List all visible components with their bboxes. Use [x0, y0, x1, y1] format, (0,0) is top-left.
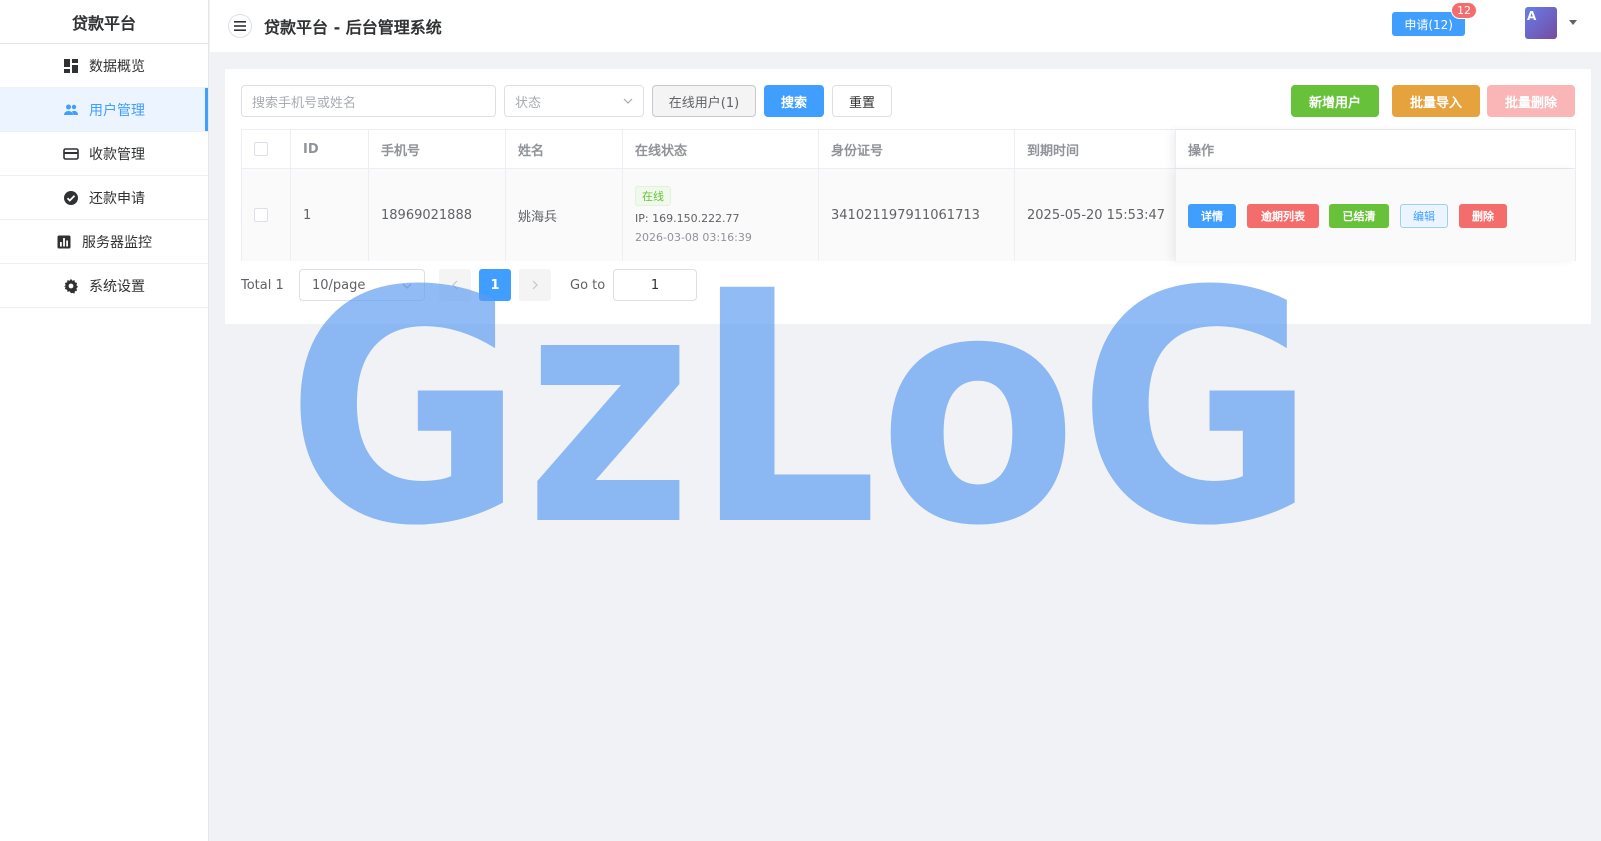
cell-online-status: 在线 IP: 169.150.222.77 2026-03-08 03:16:3…: [623, 169, 819, 261]
cell-phone: 18969021888: [369, 169, 506, 261]
sidebar-item-server-monitor[interactable]: 服务器监控: [0, 220, 208, 264]
delete-button[interactable]: 删除: [1459, 204, 1507, 228]
chevron-left-icon: [452, 280, 458, 290]
row-checkbox[interactable]: [254, 208, 268, 222]
select-all-checkbox[interactable]: [254, 142, 268, 156]
prev-page-button[interactable]: [439, 269, 471, 301]
last-online-time: 2026-03-08 03:16:39: [635, 231, 752, 244]
status-badge: 在线: [635, 186, 671, 206]
sidebar-item-label: 收款管理: [89, 146, 145, 163]
status-select[interactable]: 状态: [504, 85, 644, 117]
gear-icon: [64, 278, 78, 293]
batch-import-button[interactable]: 批量导入: [1392, 85, 1480, 117]
toolbar: 搜索手机号或姓名 状态 在线用户(1) 搜索 重置 新增用户 批量导入 批量删除: [241, 85, 1575, 117]
edit-button[interactable]: 编辑: [1400, 204, 1448, 228]
header-id: ID: [291, 130, 369, 168]
sidebar-item-payments[interactable]: 收款管理: [0, 132, 208, 176]
detail-button[interactable]: 详情: [1188, 204, 1236, 228]
pagination-total: Total 1: [241, 277, 284, 293]
sidebar-item-label: 数据概览: [89, 58, 145, 75]
table-row: 1 18969021888 姚海兵 在线 IP: 169.150.222.77 …: [242, 169, 1575, 261]
users-icon: [64, 104, 78, 115]
search-placeholder: 搜索手机号或姓名: [252, 95, 357, 111]
status-placeholder: 状态: [515, 95, 542, 111]
online-status-stack: 在线 IP: 169.150.222.77 2026-03-08 03:16:3…: [635, 186, 752, 244]
header-phone: 手机号: [369, 130, 506, 168]
sidebar-item-label: 还款申请: [89, 190, 145, 207]
user-management-card: 搜索手机号或姓名 状态 在线用户(1) 搜索 重置 新增用户 批量导入 批量删除…: [225, 69, 1591, 324]
header-online-status: 在线状态: [623, 130, 819, 168]
page-size-select[interactable]: 10/page: [299, 269, 425, 301]
bar-chart-icon: [57, 235, 71, 248]
dashboard-icon: [64, 58, 78, 73]
chevron-down-icon: [623, 98, 633, 104]
sidebar: 贷款平台 数据概览 用户管理 收款管理 还款申请 服务器监控 系统设置: [0, 0, 209, 841]
chevron-right-icon: [532, 280, 538, 290]
search-button[interactable]: 搜索: [764, 85, 824, 117]
top-header: 贷款平台 - 后台管理系统 申请(12) 12 A: [210, 0, 1601, 52]
cell-name: 姚海兵: [506, 169, 623, 261]
next-page-button[interactable]: [519, 269, 551, 301]
reset-button[interactable]: 重置: [832, 85, 892, 117]
header-checkbox-cell: [242, 130, 291, 168]
applications-button-label: 申请(12): [1404, 17, 1453, 32]
applications-button[interactable]: 申请(12) 12: [1392, 2, 1477, 36]
add-user-button[interactable]: 新增用户: [1291, 85, 1379, 117]
goto-page-input[interactable]: 1: [613, 269, 697, 301]
header-name: 姓名: [506, 130, 623, 168]
sidebar-item-repayment[interactable]: 还款申请: [0, 176, 208, 220]
pagination: Total 1 10/page 1 Go to 1: [241, 269, 741, 301]
online-users-button[interactable]: 在线用户(1): [652, 85, 756, 117]
row-checkbox-cell: [242, 169, 291, 261]
hamburger-menu-button[interactable]: [228, 14, 252, 38]
sidebar-item-dashboard[interactable]: 数据概览: [0, 44, 208, 88]
brand-title: 贷款平台: [0, 0, 208, 44]
cell-id-card: 341021197911061713: [819, 169, 1015, 261]
header-actions-fixed-col: 操作: [1175, 130, 1575, 168]
check-circle-icon: [64, 190, 78, 205]
table-header-row: ID 手机号 姓名 在线状态 身份证号 到期时间 操作: [242, 130, 1575, 169]
sidebar-item-settings[interactable]: 系统设置: [0, 264, 208, 308]
ip-address: IP: 169.150.222.77: [635, 212, 740, 225]
search-input[interactable]: 搜索手机号或姓名: [241, 85, 496, 117]
sidebar-item-users[interactable]: 用户管理: [0, 88, 208, 132]
batch-delete-button[interactable]: 批量删除: [1487, 85, 1575, 117]
sidebar-item-label: 服务器监控: [82, 234, 152, 251]
settled-button[interactable]: 已结清: [1329, 204, 1389, 228]
sidebar-item-label: 用户管理: [89, 102, 145, 119]
chevron-down-icon: [402, 283, 412, 289]
avatar[interactable]: A: [1525, 7, 1557, 39]
credit-card-icon: [63, 147, 79, 160]
page-size-value: 10/page: [312, 277, 366, 293]
goto-label: Go to: [570, 277, 606, 293]
users-table: ID 手机号 姓名 在线状态 身份证号 到期时间 操作 1 1896902188…: [241, 129, 1576, 261]
notification-badge: 12: [1451, 2, 1477, 19]
actions-fixed-col: 详情 逾期列表 已结清 编辑 删除: [1175, 169, 1575, 261]
header-expire-time: 到期时间: [1027, 143, 1080, 159]
cell-expire-time: 2025-05-20 15:53:47: [1027, 207, 1166, 223]
menu-icon: [234, 21, 246, 31]
page-title: 贷款平台 - 后台管理系统: [264, 18, 442, 37]
chevron-down-icon[interactable]: [1569, 20, 1577, 25]
overdue-list-button[interactable]: 逾期列表: [1247, 204, 1319, 228]
sidebar-item-label: 系统设置: [89, 278, 145, 295]
page-number-button[interactable]: 1: [479, 269, 511, 301]
header-id-card: 身份证号: [819, 130, 1015, 168]
cell-id: 1: [291, 169, 369, 261]
header-actions: 操作: [1188, 143, 1215, 159]
